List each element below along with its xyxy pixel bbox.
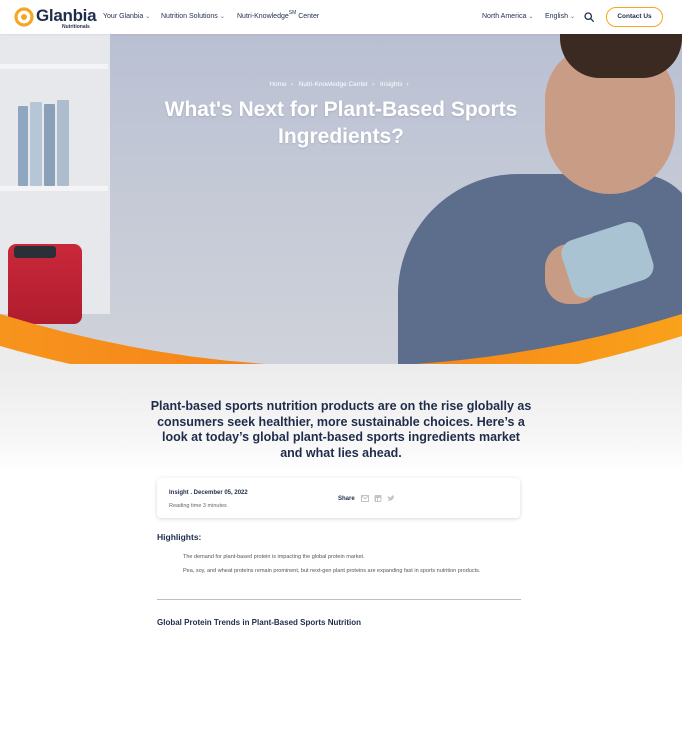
- page-title: What's Next for Plant-Based Sports Ingre…: [164, 98, 518, 148]
- jar-lid: [14, 246, 56, 258]
- book: [30, 102, 42, 186]
- logo-subtitle: Nutritionals: [62, 24, 90, 30]
- language-label: English: [545, 13, 568, 20]
- linkedin-icon[interactable]: [374, 495, 382, 502]
- nav-your-glanbia[interactable]: Your Glanbia ⌄: [103, 13, 150, 20]
- nav-nutrition-solutions[interactable]: Nutrition Solutions ⌄: [161, 13, 225, 20]
- nav-label: Your Glanbia: [103, 13, 144, 20]
- nav-label-suffix: Center: [298, 13, 320, 20]
- book: [44, 104, 55, 186]
- orange-swoosh: [0, 314, 682, 364]
- twitter-icon[interactable]: [387, 495, 395, 502]
- chevron-right-icon: ›: [372, 81, 375, 88]
- article-meta-card: Insight . December 05, 2022 Reading time…: [157, 478, 520, 518]
- service-mark: SM: [288, 10, 297, 16]
- reading-time: Reading time 3 minutes: [169, 503, 227, 509]
- region-selector[interactable]: North America ⌄: [482, 13, 533, 20]
- nav-nutri-knowledge-center[interactable]: Nutri-KnowledgeSM Center: [237, 10, 320, 20]
- person-hair: [560, 34, 682, 78]
- section-heading: Global Protein Trends in Plant-Based Spo…: [157, 618, 362, 627]
- highlight-item: The demand for plant-based protein is im…: [183, 554, 365, 560]
- chevron-right-icon: ›: [290, 81, 293, 88]
- chevron-down-icon: ⌄: [145, 14, 151, 20]
- breadcrumb: Home › Nutri-Knowledge Center › Insights ›: [0, 81, 682, 88]
- glanbia-logo-icon: [14, 7, 34, 27]
- book: [18, 106, 28, 186]
- chevron-down-icon: ⌄: [569, 14, 575, 20]
- hero-banner: Home › Nutri-Knowledge Center › Insights › …: [0, 34, 682, 364]
- intro-summary: Plant-based sports nutrition products ar…: [150, 399, 532, 460]
- chevron-right-icon: ›: [406, 81, 409, 88]
- search-icon[interactable]: [584, 12, 594, 22]
- shelf: [0, 186, 108, 191]
- breadcrumb-insights[interactable]: Insights: [380, 81, 402, 88]
- region-label: North America: [482, 13, 527, 20]
- logo-wordmark: Glanbia: [36, 6, 97, 25]
- nav-label: Nutri-Knowledge: [237, 13, 289, 20]
- glanbia-logo[interactable]: Glanbia Nutritionals: [14, 6, 97, 30]
- chevron-down-icon: ⌄: [219, 14, 225, 20]
- language-selector[interactable]: English ⌄: [545, 13, 575, 20]
- article-date: Insight . December 05, 2022: [169, 490, 248, 496]
- breadcrumb-home[interactable]: Home: [269, 81, 286, 88]
- breadcrumb-nutri-knowledge[interactable]: Nutri-Knowledge Center: [299, 81, 368, 88]
- contact-us-button[interactable]: Contact Us: [606, 7, 663, 27]
- email-icon[interactable]: [361, 495, 369, 502]
- section-divider: [157, 599, 521, 600]
- chevron-down-icon: ⌄: [528, 14, 534, 20]
- site-header: Glanbia Nutritionals Your Glanbia ⌄ Nutri…: [0, 0, 682, 34]
- nav-label: Nutrition Solutions: [161, 13, 218, 20]
- highlights-heading: Highlights:: [157, 532, 202, 542]
- highlight-item: Pea, soy, and wheat proteins remain prom…: [183, 568, 481, 574]
- share-label: Share: [338, 496, 355, 502]
- shelf: [0, 64, 108, 69]
- book: [57, 100, 69, 186]
